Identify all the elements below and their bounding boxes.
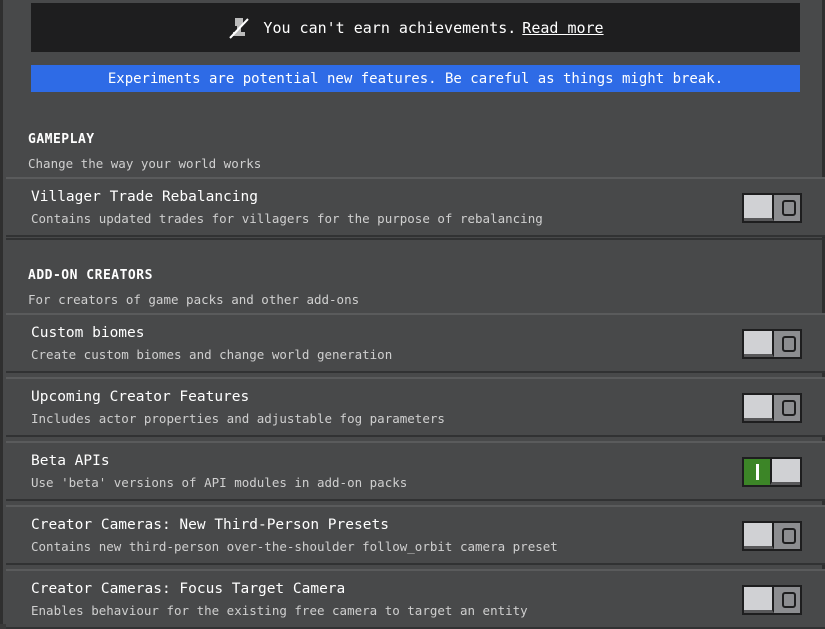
off-indicator-icon [782, 336, 796, 352]
off-indicator-icon [782, 592, 796, 608]
crossed-trophy-icon [229, 17, 250, 39]
off-indicator-icon [782, 528, 796, 544]
experiment-desc: Create custom biomes and change world ge… [31, 347, 393, 362]
experiment-desc: Contains updated trades for villagers fo… [31, 211, 543, 226]
villager-trade-toggle[interactable] [742, 193, 802, 223]
experiment-desc: Includes actor properties and adjustable… [31, 411, 445, 426]
section-title-addon-creators: ADD-ON CREATORS [28, 268, 153, 283]
experiments-panel: You can't earn achievements. Read more E… [0, 0, 825, 629]
experiment-row-upcoming-creator-features: Upcoming Creator Features Includes actor… [6, 377, 825, 437]
toggle-knob [744, 587, 774, 613]
off-indicator-icon [782, 200, 796, 216]
toggle-knob [744, 331, 774, 357]
experiment-row-beta-apis: Beta APIs Use 'beta' versions of API mod… [6, 441, 825, 501]
experiment-title: Beta APIs [31, 453, 110, 469]
section-desc-addon-creators: For creators of game packs and other add… [28, 292, 360, 307]
upcoming-creator-features-toggle[interactable] [742, 393, 802, 423]
focus-target-camera-toggle[interactable] [742, 585, 802, 615]
experiments-info-text: Experiments are potential new features. … [107, 70, 724, 87]
experiment-row-villager-trade: Villager Trade Rebalancing Contains upda… [6, 177, 825, 237]
divider [6, 238, 825, 240]
section-title-gameplay: GAMEPLAY [28, 132, 95, 147]
experiment-row-custom-biomes: Custom biomes Create custom biomes and c… [6, 313, 825, 373]
on-indicator-icon [756, 464, 759, 480]
toggle-knob [744, 395, 774, 421]
custom-biomes-toggle[interactable] [742, 329, 802, 359]
achievements-warning-text: You can't earn achievements. [263, 18, 517, 37]
experiment-title: Creator Cameras: Focus Target Camera [31, 581, 346, 597]
experiment-row-focus-target-camera: Creator Cameras: Focus Target Camera Ena… [6, 569, 825, 629]
section-desc-gameplay: Change the way your world works [28, 156, 262, 171]
achievements-warning-banner: You can't earn achievements. Read more [31, 3, 800, 52]
experiment-title: Upcoming Creator Features [31, 389, 250, 405]
read-more-link[interactable]: Read more [522, 19, 603, 37]
toggle-knob [744, 523, 774, 549]
experiment-row-third-person-presets: Creator Cameras: New Third-Person Preset… [6, 505, 825, 565]
toggle-knob [770, 459, 800, 485]
experiment-desc: Enables behaviour for the existing free … [31, 603, 528, 618]
third-person-presets-toggle[interactable] [742, 521, 802, 551]
experiment-title: Creator Cameras: New Third-Person Preset… [31, 517, 389, 533]
experiment-desc: Contains new third-person over-the-shoul… [31, 539, 558, 554]
experiment-desc: Use 'beta' versions of API modules in ad… [31, 475, 408, 490]
experiment-title: Custom biomes [31, 325, 145, 341]
toggle-knob [744, 195, 774, 221]
beta-apis-toggle[interactable] [742, 457, 802, 487]
experiment-title: Villager Trade Rebalancing [31, 189, 258, 205]
experiments-info-banner: Experiments are potential new features. … [31, 65, 800, 92]
off-indicator-icon [782, 400, 796, 416]
